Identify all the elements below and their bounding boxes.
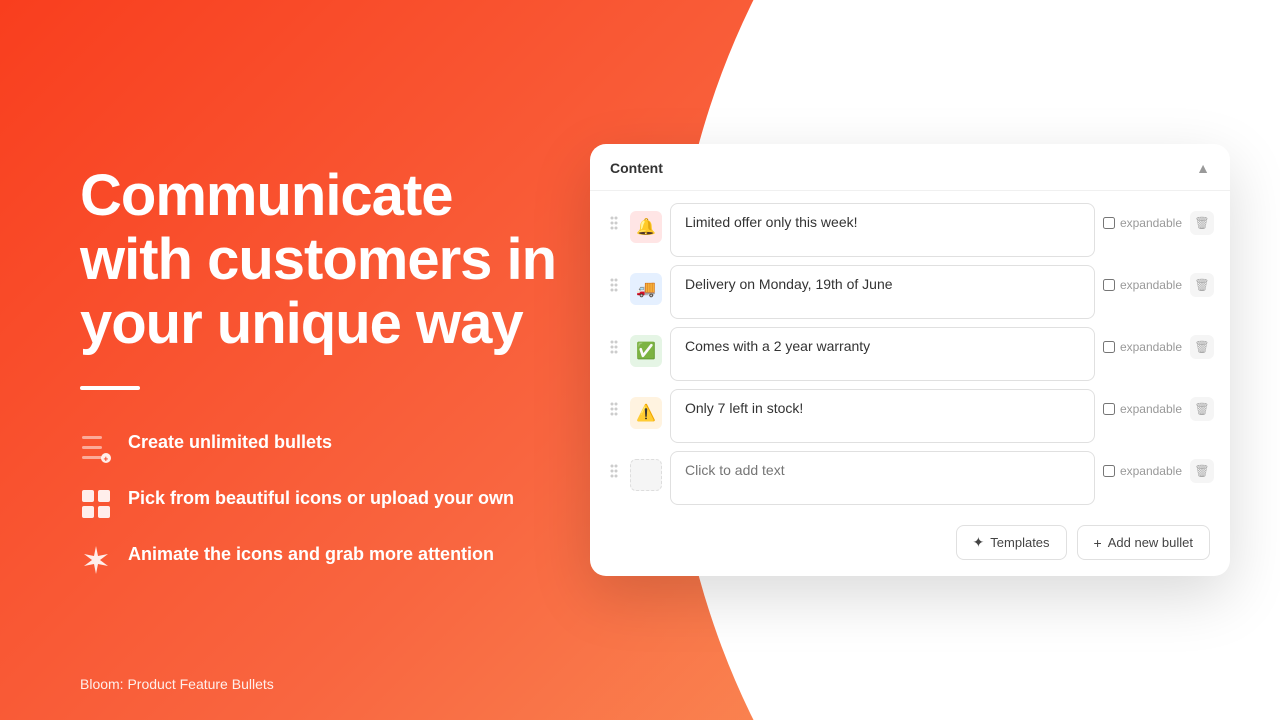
bullet-input-4[interactable]: Only 7 left in stock! [670, 389, 1095, 443]
expandable-checkbox-2[interactable] [1103, 279, 1115, 291]
bullets-icon: + [80, 432, 112, 464]
hero-title: Communicate with customers in your uniqu… [80, 164, 570, 355]
expandable-label-3[interactable]: expandable [1103, 340, 1182, 354]
panel-footer: ✦ Templates + Add new bullet [590, 517, 1230, 560]
expandable-text-2: expandable [1120, 278, 1182, 292]
delete-button-5[interactable]: 🗑 [1190, 459, 1214, 483]
expandable-checkbox-4[interactable] [1103, 403, 1115, 415]
expandable-text-3: expandable [1120, 340, 1182, 354]
collapse-icon[interactable]: ▲ [1196, 160, 1210, 176]
svg-text:+: + [104, 454, 109, 463]
drag-handle-2[interactable] [606, 277, 622, 293]
add-bullet-label: Add new bullet [1108, 535, 1193, 550]
feature-text-animate: Animate the icons and grab more attentio… [128, 542, 494, 567]
bullet-icon-1[interactable]: 🔔 [630, 211, 662, 243]
expandable-checkbox-3[interactable] [1103, 341, 1115, 353]
expandable-label-2[interactable]: expandable [1103, 278, 1182, 292]
bullet-input-2[interactable]: Delivery on Monday, 19th of June [670, 265, 1095, 319]
expandable-checkbox-5[interactable] [1103, 465, 1115, 477]
delete-button-4[interactable]: 🗑 [1190, 397, 1214, 421]
bullet-icon-5[interactable] [630, 459, 662, 491]
templates-button[interactable]: ✦ Templates [956, 525, 1067, 560]
templates-label: Templates [990, 535, 1049, 550]
templates-icon: ✦ [973, 534, 985, 551]
feature-text-icons: Pick from beautiful icons or upload your… [128, 486, 514, 511]
expandable-label-1[interactable]: expandable [1103, 216, 1182, 230]
add-bullet-button[interactable]: + Add new bullet [1077, 525, 1210, 560]
expandable-label-5[interactable]: expandable [1103, 464, 1182, 478]
feature-text-bullets: Create unlimited bullets [128, 430, 332, 455]
left-section: Communicate with customers in your uniqu… [80, 0, 570, 720]
table-row: 🚚 Delivery on Monday, 19th of June expan… [606, 265, 1214, 319]
feature-item-icons: Pick from beautiful icons or upload your… [80, 486, 570, 520]
table-row: ✅ Comes with a 2 year warranty expandabl… [606, 327, 1214, 381]
delete-button-1[interactable]: 🗑 [1190, 211, 1214, 235]
expandable-text-4: expandable [1120, 402, 1182, 416]
bullet-options-5: expandable 🗑 [1103, 459, 1214, 483]
panel-title: Content [610, 160, 663, 176]
panel-header: Content ▲ [590, 144, 1230, 191]
bullet-icon-3[interactable]: ✅ [630, 335, 662, 367]
feature-item-bullets: + Create unlimited bullets [80, 430, 570, 464]
expandable-text-1: expandable [1120, 216, 1182, 230]
sparkle-icon [80, 544, 112, 576]
table-row: 🔔 Limited offer only this week! expandab… [606, 203, 1214, 257]
expandable-label-4[interactable]: expandable [1103, 402, 1182, 416]
table-row: ⚠️ Only 7 left in stock! expandable 🗑 [606, 389, 1214, 443]
grid-icon [80, 488, 112, 520]
hero-divider [80, 386, 140, 390]
bullet-input-5[interactable] [670, 451, 1095, 505]
table-row: expandable 🗑 [606, 451, 1214, 505]
bullet-input-1[interactable]: Limited offer only this week! [670, 203, 1095, 257]
bullet-options-2: expandable 🗑 [1103, 273, 1214, 297]
bottom-label: Bloom: Product Feature Bullets [80, 676, 274, 692]
bullet-options-3: expandable 🗑 [1103, 335, 1214, 359]
expandable-checkbox-1[interactable] [1103, 217, 1115, 229]
content-panel: Content ▲ 🔔 Limited offer only this week… [590, 144, 1230, 576]
drag-handle[interactable] [606, 215, 622, 231]
feature-item-animate: Animate the icons and grab more attentio… [80, 542, 570, 576]
expandable-text-5: expandable [1120, 464, 1182, 478]
bullet-options-1: expandable 🗑 [1103, 211, 1214, 235]
add-bullet-icon: + [1094, 535, 1102, 551]
feature-list: + Create unlimited bullets Pick from bea… [80, 430, 570, 576]
drag-handle-5[interactable] [606, 463, 622, 479]
drag-handle-3[interactable] [606, 339, 622, 355]
bullet-icon-4[interactable]: ⚠️ [630, 397, 662, 429]
delete-button-3[interactable]: 🗑 [1190, 335, 1214, 359]
bullet-icon-2[interactable]: 🚚 [630, 273, 662, 305]
bullet-input-3[interactable]: Comes with a 2 year warranty [670, 327, 1095, 381]
delete-button-2[interactable]: 🗑 [1190, 273, 1214, 297]
drag-handle-4[interactable] [606, 401, 622, 417]
bullets-list: 🔔 Limited offer only this week! expandab… [590, 191, 1230, 517]
bullet-options-4: expandable 🗑 [1103, 397, 1214, 421]
